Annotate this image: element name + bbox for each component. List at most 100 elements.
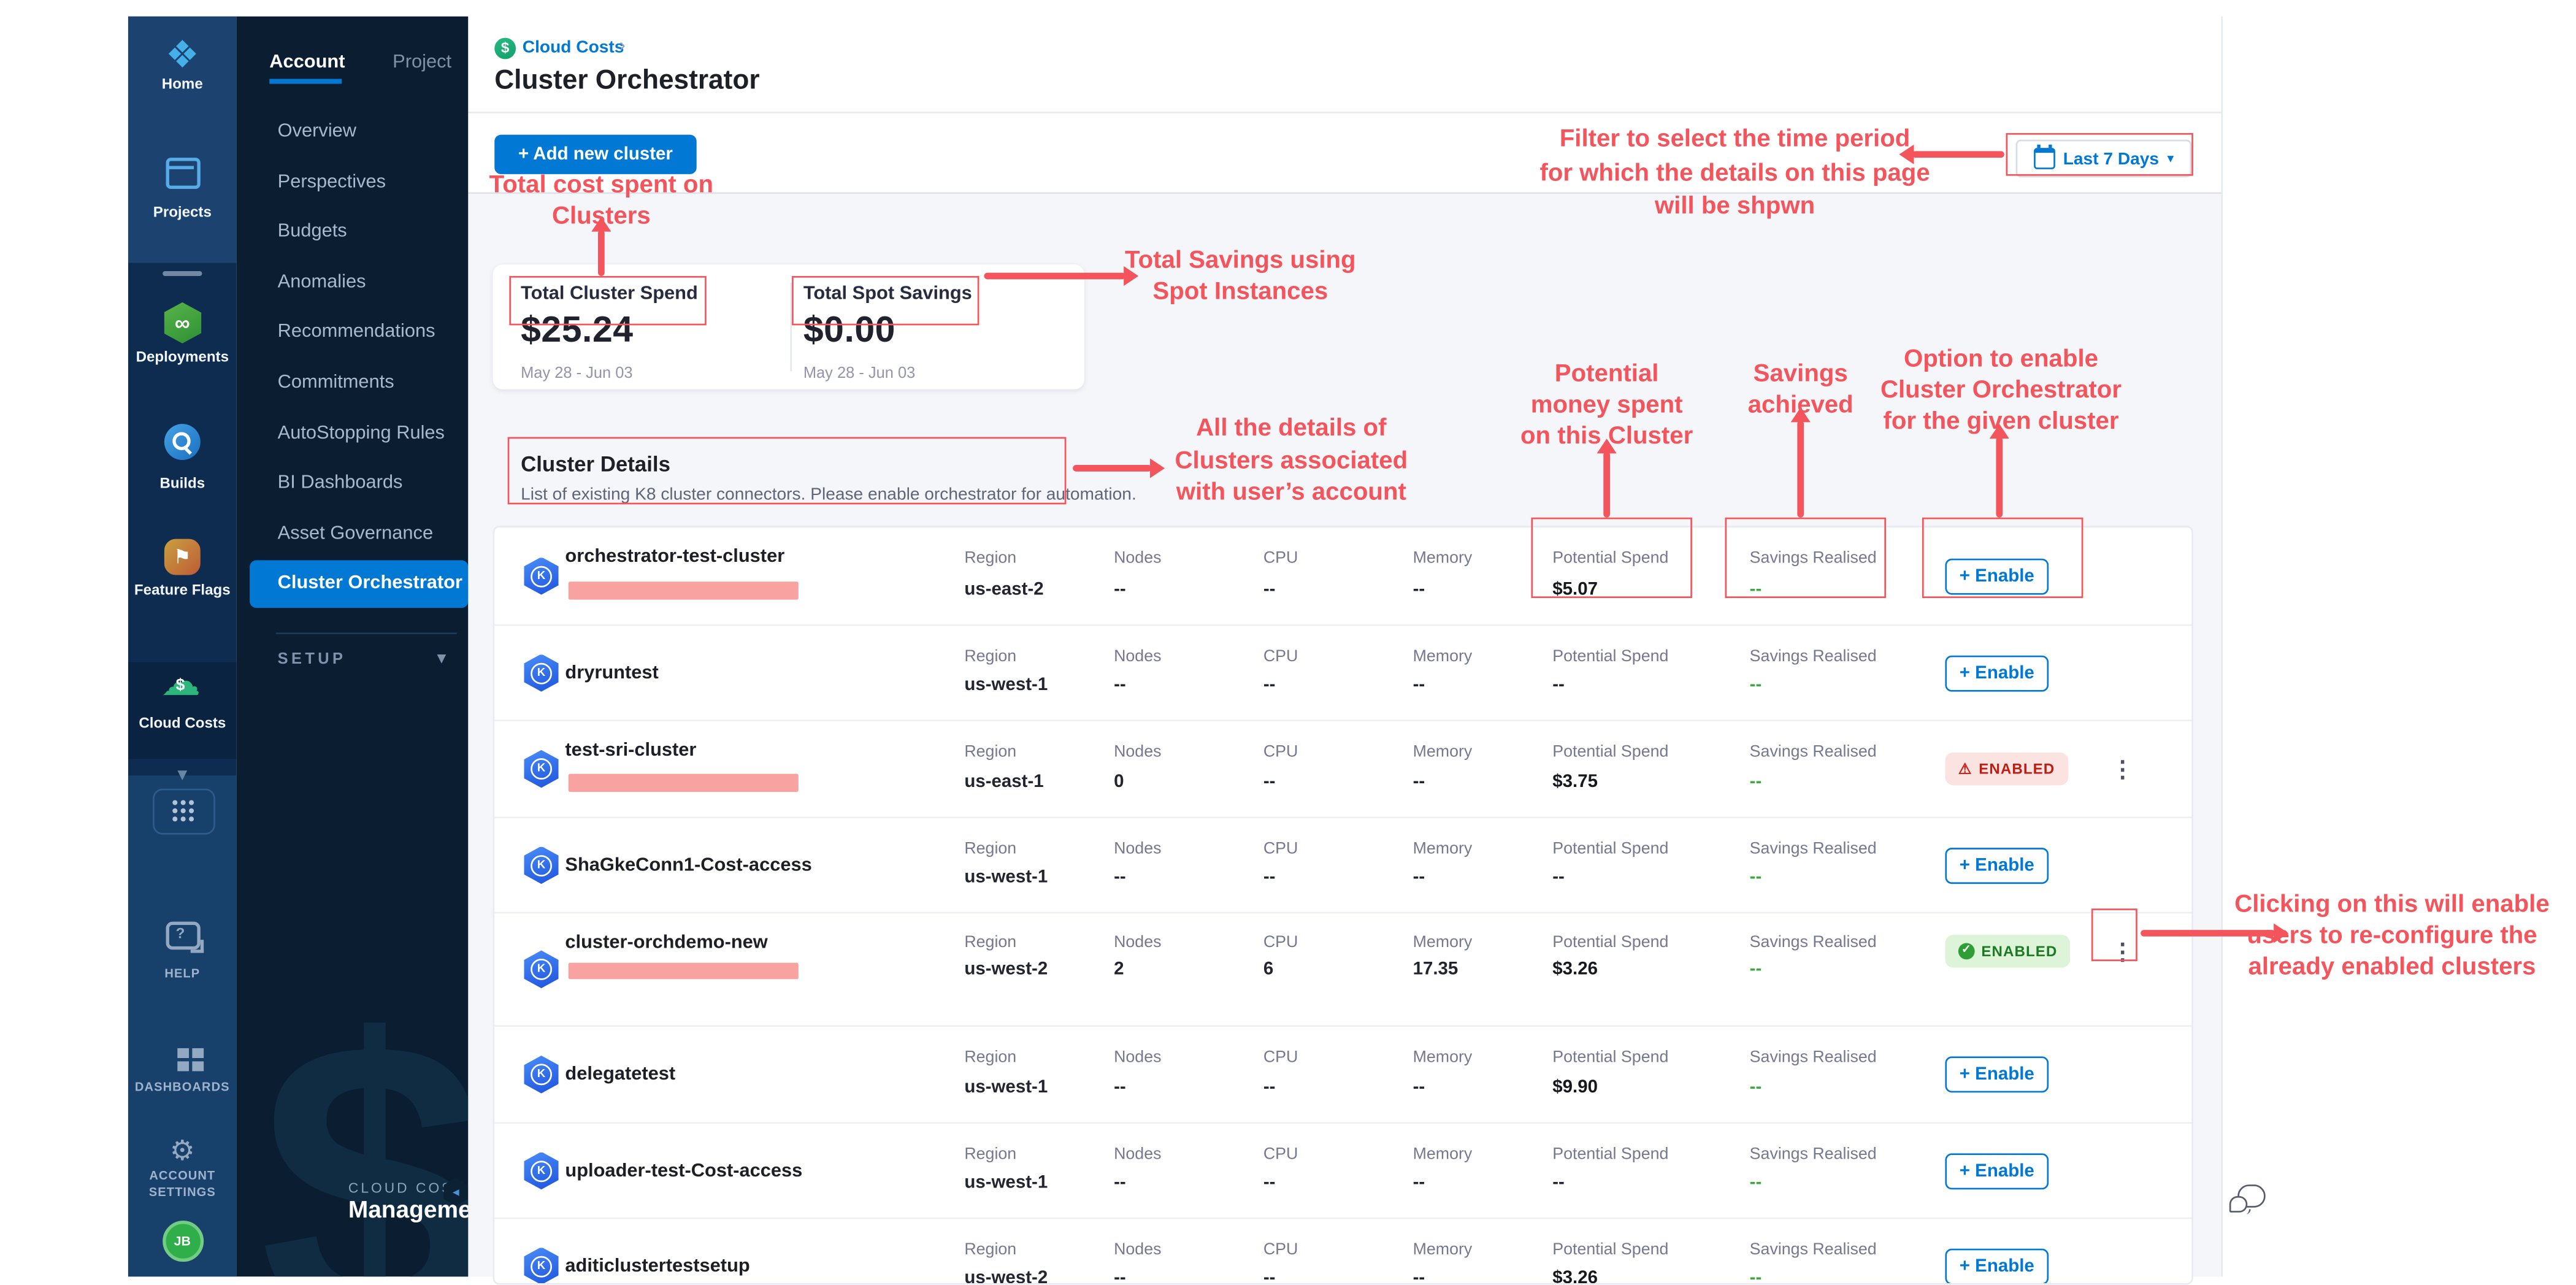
sidebar-item-asset-governance[interactable]: Asset Governance [237,510,469,558]
table-row-test-sri-cluster: Ktest-sri-clusterRegionus-east-1Nodes0CP… [494,719,2191,816]
col-label-nodes: Nodes [1114,840,1161,858]
col-label-potential: Potential Spend [1552,648,1668,666]
tab-project[interactable]: Project [393,53,451,72]
main-content: $ Cloud Costs › Cluster Orchestrator + A… [468,17,2223,1276]
sidebar-item-cloud-costs[interactable]: ☁$ Cloud Costs [128,670,237,731]
kebab-menu-icon[interactable]: ⋮ [2111,758,2134,781]
enable-button[interactable]: + Enable [1945,654,2049,691]
col-label-memory: Memory [1413,1241,1473,1259]
cell-savings: -- [1750,1174,1762,1194]
gear-icon: ⚙ [170,1137,195,1165]
k8s-cluster-icon: K [524,1056,558,1094]
col-label-region: Region [964,1049,1016,1067]
cell-memory: -- [1413,1174,1425,1194]
sidebar-item-setup[interactable]: SETUP [278,651,347,669]
sidebar-item-builds[interactable]: Builds [128,424,237,491]
col-label-nodes: Nodes [1114,935,1161,953]
page-header: $ Cloud Costs › Cluster Orchestrator [468,17,2221,112]
col-label-cpu: CPU [1263,743,1298,761]
total-spot-savings-value: $0.00 [803,309,895,352]
sidebar-item-budgets[interactable]: Budgets [237,209,469,257]
table-row-aditiclustertestsetup: KaditiclustertestsetupRegionus-west-2Nod… [494,1218,2191,1285]
date-filter-dropdown[interactable]: Last 7 Days ▾ [2016,140,2192,178]
sidebar-item-autostopping-rules[interactable]: AutoStopping Rules [237,410,469,458]
cell-cpu: -- [1263,580,1276,599]
col-label-region: Region [964,840,1016,858]
table-row-orchestrator-test-cluster: Korchestrator-test-clusterRegionus-east-… [494,527,2191,624]
k8s-cluster-icon: K [524,750,558,788]
deployments-icon: ∞ [164,302,202,343]
table-row-shagkeconn1-cost-access: KShaGkeConn1-Cost-accessRegionus-west-1N… [494,816,2191,911]
sidebar-item-dashboards[interactable]: DASHBOARDS [128,1037,237,1095]
breadcrumb[interactable]: Cloud Costs [523,38,624,58]
cell-memory: -- [1413,1078,1425,1097]
total-spot-savings-label: Total Spot Savings [803,284,972,304]
rail-item-label: Projects [128,204,237,220]
nav-rail: ❖ Home Projects ∞ Deployments Builds ⚑ F… [128,17,237,1276]
sidebar-item-account-settings[interactable]: ⚙ ACCOUNT SETTINGS [128,1137,237,1201]
cell-nodes: -- [1114,580,1126,599]
col-label-nodes: Nodes [1114,550,1161,568]
cell-savings: -- [1750,676,1762,696]
dashboards-icon [177,1048,188,1058]
sidebar-item-commitments[interactable]: Commitments [237,360,469,408]
kebab-menu-icon[interactable]: ⋮ [2111,940,2134,963]
col-label-cpu: CPU [1263,840,1298,858]
col-label-cpu: CPU [1263,1049,1298,1067]
col-label-memory: Memory [1413,648,1473,666]
col-label-memory: Memory [1413,743,1473,761]
enable-button[interactable]: + Enable [1945,1153,2049,1189]
sidebar-item-cluster-orchestrator[interactable]: Cluster Orchestrator [250,561,468,608]
col-label-savings: Savings Realised [1750,935,1877,953]
projects-icon [165,158,199,189]
col-label-memory: Memory [1413,935,1473,953]
cell-savings: -- [1750,580,1762,599]
sidebar-item-perspectives[interactable]: Perspectives [237,159,469,207]
add-new-cluster-button[interactable]: + Add new cluster [494,135,696,174]
enable-button[interactable]: + Enable [1945,1248,2049,1284]
chat-widget-icon[interactable] [2229,1184,2266,1218]
user-avatar[interactable]: JB [128,1221,237,1262]
cell-nodes: -- [1114,1269,1126,1285]
sidebar-item-projects[interactable]: Projects [128,158,237,220]
module-picker-button[interactable] [153,789,215,835]
sidebar-item-help[interactable]: HELP [128,922,237,983]
rail-item-label: Feature Flags [128,581,237,598]
section-title: Cluster Details [521,452,670,477]
annotation-text-reconfigure: Clicking on this will enableusers to re-… [2179,889,2576,983]
enable-button[interactable]: + Enable [1945,558,2049,594]
enabled-warning-badge: ⚠ENABLED [1945,753,2068,786]
sidebar-item-home[interactable]: ❖ Home [128,36,237,92]
col-label-nodes: Nodes [1114,743,1161,761]
cell-savings: -- [1750,1269,1762,1285]
sidebar-item-anomalies[interactable]: Anomalies [237,259,469,307]
content-area: Total Cluster Spend $25.24 May 28 - Jun … [468,194,2221,1276]
help-chat-icon [165,922,199,950]
sidebar-item-recommendations[interactable]: Recommendations [237,310,469,358]
cell-memory: -- [1413,869,1425,888]
sidebar-item-feature-flags[interactable]: ⚑ Feature Flags [128,539,237,598]
enabled-ok-badge: ✓ENABLED [1945,935,2070,968]
col-label-nodes: Nodes [1114,648,1161,666]
card-divider [790,283,792,372]
cell-nodes: 0 [1114,772,1124,792]
enable-button[interactable]: + Enable [1945,847,2049,883]
k8s-cluster-icon: K [524,1152,558,1190]
col-label-potential: Potential Spend [1552,1241,1668,1259]
col-label-region: Region [964,935,1016,953]
col-label-potential: Potential Spend [1552,1049,1668,1067]
cell-memory: -- [1413,1269,1425,1285]
sidebar-item-deployments[interactable]: ∞ Deployments [128,302,237,365]
rail-collapse-chevron[interactable]: ▾ [128,759,237,788]
cluster-table: Korchestrator-test-clusterRegionus-east-… [493,526,2193,1284]
sidebar-item-bi-dashboards[interactable]: BI Dashboards [237,461,469,508]
cell-potential: $3.26 [1552,959,1598,979]
tab-account[interactable]: Account [269,53,345,72]
col-label-potential: Potential Spend [1552,935,1668,953]
caret-down-icon: ▾ [2167,151,2174,166]
sidebar-item-overview[interactable]: Overview [237,109,469,156]
dollar-watermark-icon: $ [259,980,468,1276]
chevron-down-icon[interactable]: ▾ [437,647,446,669]
cell-nodes: -- [1114,1174,1126,1194]
enable-button[interactable]: + Enable [1945,1056,2049,1092]
